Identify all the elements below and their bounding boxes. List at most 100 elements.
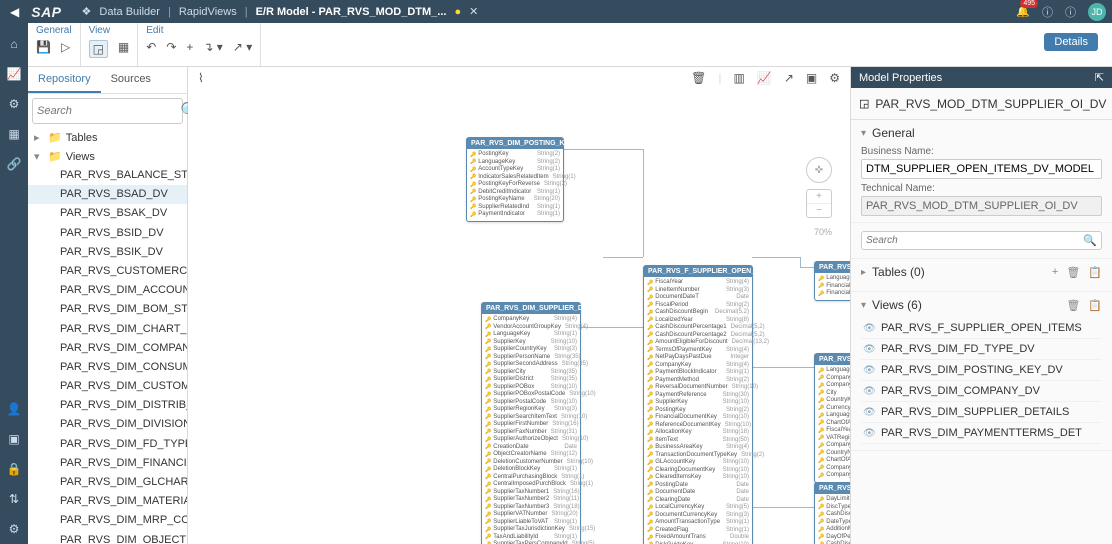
add-table-icon[interactable]: + (1052, 266, 1058, 279)
card-payment-terms[interactable]: PAR_RVS_DIM_PAYMENTTERMS_DET▾ 🔑DayLimitS… (814, 482, 850, 544)
import-icon[interactable]: ↴ ▾ (203, 40, 222, 54)
zoom-in-icon[interactable]: + (807, 190, 831, 204)
delete-table-icon[interactable]: 🗑 (1066, 266, 1080, 279)
rail-settings-icon[interactable]: ⚙ (4, 519, 24, 539)
rail-user-icon[interactable]: 👤 (4, 399, 24, 419)
chevron-down-icon[interactable]: ▾ (587, 140, 590, 147)
card-open-items[interactable]: PAR_RVS_F_SUPPLIER_OPEN_ITEMS▾ 🔑FiscalYe… (643, 265, 753, 544)
tree-leaf[interactable]: PAR_RVS_CUSTOMERCLEAREDITEMS (28, 262, 187, 281)
avatar[interactable]: JD (1088, 3, 1106, 21)
tree-leaf[interactable]: PAR_RVS_BSAD_DV (28, 185, 187, 204)
view-list-item[interactable]: 👁PAR_RVS_F_SUPPLIER_OPEN_ITEMS (861, 318, 1102, 339)
delete-icon[interactable]: 🗑 (691, 71, 706, 85)
tree-leaf[interactable]: PAR_RVS_DIM_FD_TYPE_DV (28, 435, 187, 454)
details-button[interactable]: Details (1044, 33, 1098, 51)
redo-icon[interactable]: ↷ (166, 40, 176, 54)
impact-icon[interactable]: 📈 (757, 71, 772, 85)
zoom-out-icon[interactable]: − (807, 204, 831, 217)
back-icon[interactable]: ◀ (10, 5, 19, 19)
sec-tables-head[interactable]: ▸ Tables (0) + 🗑 📋 (861, 265, 1102, 279)
rail-cube-icon[interactable]: ▦ (4, 124, 24, 144)
repo-search[interactable]: 🔍 (32, 98, 183, 124)
card-row: 🔑CashDiscountPercentage2Decimal(5,2) (647, 332, 749, 340)
sec-general-head[interactable]: ▾ General (861, 126, 1102, 140)
rail-data-icon[interactable]: 📈 (4, 64, 24, 84)
tree-leaf[interactable]: PAR_RVS_DIM_CUSTOMER_DV (28, 377, 187, 396)
tree-leaf[interactable]: PAR_RVS_BSID_DV (28, 224, 187, 243)
graph-toggle-icon[interactable]: ⚙ (829, 71, 840, 85)
tree-leaf[interactable]: PAR_RVS_DIM_OBJECT_STATUS_DV (28, 531, 187, 544)
card-row: 🔑CompanyNameString(25) (818, 382, 850, 390)
view-list-item[interactable]: 👁PAR_RVS_DIM_SUPPLIER_DETAILS (861, 402, 1102, 423)
copy-view-icon[interactable]: 📋 (1088, 299, 1102, 312)
canvas[interactable]: ⌇ 🗑 | ▥ 📈 ↗ ▣ ⚙ ✜ + − 70% (188, 67, 850, 544)
search-icon[interactable]: 🔍 (1083, 234, 1097, 247)
view-list-item[interactable]: 👁PAR_RVS_DIM_FD_TYPE_DV (861, 339, 1102, 360)
bc-rapidviews[interactable]: RapidViews (179, 6, 237, 18)
add-icon[interactable]: + (186, 40, 193, 54)
rail-flow-icon[interactable]: ⚙ (4, 94, 24, 114)
save-icon[interactable]: 💾 (36, 40, 51, 54)
card-posting-key[interactable]: PAR_RVS_DIM_POSTING_KEY_DV▾ 🔑PostingKeyS… (466, 137, 564, 222)
tree-leaf[interactable]: PAR_RVS_DIM_DISTRIB_CHANNEL_DV (28, 396, 187, 415)
card-supplier-details[interactable]: PAR_RVS_DIM_SUPPLIER_DETAILS▾ 🔑CompanyKe… (481, 302, 581, 544)
tree-leaf[interactable]: PAR_RVS_DIM_MATERIAL_DV (28, 492, 187, 511)
expand-panel-icon[interactable]: ⇱ (1095, 71, 1104, 84)
chevron-down-icon[interactable]: ▾ (607, 305, 610, 312)
tree-leaf[interactable]: PAR_RVS_DIM_FINANCIALSTATEMENT (28, 454, 187, 473)
ribbon-view-title: View (89, 25, 130, 36)
tree-leaf[interactable]: PAR_RVS_DIM_ACCOUNT_ASSIGNMENT (28, 281, 187, 300)
rail-share-icon[interactable]: 🔗 (4, 154, 24, 174)
input-business-name[interactable] (861, 159, 1102, 179)
grid-view-icon[interactable]: ▦ (118, 40, 129, 58)
repo-search-input[interactable] (37, 105, 180, 117)
rail-transport-icon[interactable]: ⇅ (4, 489, 24, 509)
open-icon[interactable]: ↗ (784, 71, 794, 85)
card-fd-type[interactable]: PAR_RVS_DIM_FD_TYPE_DV▾ 🔑LanguageKeyStri… (814, 261, 850, 301)
card-row: 🔑PaymentBlockIndicatorString(1) (647, 369, 749, 377)
tree-leaf[interactable]: PAR_RVS_DIM_CONSUMPTIONPOSTING (28, 358, 187, 377)
card-company[interactable]: PAR_RVS_DIM_COMPANY_DV▾ 🔑LanguageKeyStri… (814, 353, 850, 483)
copy-table-icon[interactable]: 📋 (1088, 266, 1102, 279)
view-list-item[interactable]: 👁PAR_RVS_DIM_POSTING_KEY_DV (861, 360, 1102, 381)
rail-monitor-icon[interactable]: ▣ (4, 429, 24, 449)
card-row: 🔑LocalCurrencyKeyString(5) (647, 504, 749, 512)
undo-icon[interactable]: ↶ (146, 40, 156, 54)
props-search-input[interactable] (866, 235, 1083, 246)
tree-leaf[interactable]: PAR_RVS_DIM_MRP_CONTROLLER_DV (28, 511, 187, 530)
tree-leaf[interactable]: PAR_RVS_DIM_COMPANY_DV (28, 339, 187, 358)
tree-leaf[interactable]: PAR_RVS_BSAK_DV (28, 204, 187, 223)
properties-panel: Model Properties ⇱ ◲ PAR_RVS_MOD_DTM_SUP… (850, 67, 1112, 544)
tab-sources[interactable]: Sources (101, 67, 161, 93)
preview-icon[interactable]: ▥ (734, 71, 745, 85)
compass-control[interactable]: ✜ (806, 157, 832, 183)
export-icon[interactable]: ↗ ▾ (233, 40, 252, 54)
chevron-down-icon[interactable]: ▾ (777, 268, 780, 275)
tree-leaf[interactable]: PAR_RVS_BSIK_DV (28, 243, 187, 262)
view-list-item[interactable]: 👁PAR_RVS_DIM_COMPANY_DV (861, 381, 1102, 402)
tab-repository[interactable]: Repository (28, 67, 101, 93)
minimap-icon[interactable]: ▣ (806, 71, 817, 85)
graph-view-icon[interactable]: ◲ (89, 40, 108, 58)
notifications-icon[interactable]: 🔔495 (1016, 5, 1030, 18)
delete-view-icon[interactable]: 🗑 (1066, 299, 1080, 312)
layout-icon[interactable]: ⌇ (198, 71, 204, 85)
deploy-icon[interactable]: ▷ (61, 40, 70, 54)
rail-home-icon[interactable]: ⌂ (4, 34, 24, 54)
tree-leaf[interactable]: PAR_RVS_DIM_BOM_STATUS_DV (28, 300, 187, 319)
bc-databuilder[interactable]: Data Builder (99, 6, 160, 18)
props-search[interactable]: 🔍 (861, 231, 1102, 250)
info-icon[interactable]: ⓘ (1065, 4, 1076, 20)
tree-leaf[interactable]: PAR_RVS_DIM_DIVISION_DV (28, 415, 187, 434)
tree-tables[interactable]: ▸📁 Tables (28, 128, 187, 147)
view-list-item[interactable]: 👁PAR_RVS_DIM_PAYMENTTERMS_DET (861, 423, 1102, 444)
tree-leaf[interactable]: PAR_RVS_DIM_CHART_OF_ACCOUNTS (28, 320, 187, 339)
help-icon[interactable]: ⓘ (1042, 4, 1053, 20)
tree-leaf[interactable]: PAR_RVS_BALANCE_STRUCTURE_DV (28, 166, 187, 185)
tree-views[interactable]: ▾📁 Views (28, 147, 187, 166)
sec-views-head[interactable]: ▾ Views (6) 🗑 📋 (861, 298, 1102, 312)
close-tab-icon[interactable]: ✕ (469, 5, 478, 18)
bc-title[interactable]: E/R Model - PAR_RVS_MOD_DTM_... (256, 6, 447, 18)
rail-lock-icon[interactable]: 🔒 (4, 459, 24, 479)
tree-leaf[interactable]: PAR_RVS_DIM_GLCHART_OFACCOUNTS (28, 473, 187, 492)
